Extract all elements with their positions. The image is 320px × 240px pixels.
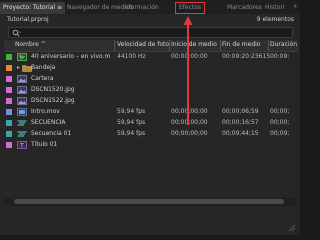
project-file-name: Tutorial.prproj — [7, 16, 49, 23]
tab-info[interactable]: Información — [120, 3, 162, 13]
video-icon — [17, 108, 27, 116]
tabs-overflow-button[interactable]: » — [293, 3, 297, 10]
item-name: Título 01 — [31, 141, 58, 148]
sort-ascending-icon: ^ — [40, 41, 46, 48]
item-name: Bandeja — [31, 64, 56, 71]
search-input[interactable] — [8, 27, 293, 38]
item-media-end: 00;00;06;59 — [222, 108, 259, 115]
label-color-swatch[interactable] — [6, 142, 12, 148]
title-icon: T — [17, 141, 27, 149]
label-color-swatch[interactable] — [6, 65, 12, 71]
project-panel: Tutorial.prproj 9 elementos Nombre ^ Vel… — [0, 14, 300, 235]
expand-bin-icon[interactable]: ▸ — [17, 64, 20, 71]
label-color-swatch[interactable] — [6, 76, 12, 82]
item-duration: 00;09; — [270, 130, 290, 137]
sequence-icon — [17, 131, 27, 137]
column-header-row: Nombre ^ Velocidad de foto Inicio de med… — [4, 40, 298, 52]
label-color-swatch[interactable] — [6, 98, 12, 104]
column-duration[interactable]: Duración — [270, 41, 298, 48]
item-media-start: 00;00;00;00 — [171, 130, 208, 137]
list-item[interactable]: Secuencia 01 59,94 fps 00;00;00;00 00;09… — [4, 129, 298, 140]
item-count: 9 elementos — [256, 16, 294, 23]
tab-effects[interactable]: Efectos — [175, 2, 206, 14]
list-item[interactable]: Cartera — [4, 74, 298, 85]
column-frame-rate[interactable]: Velocidad de foto — [117, 41, 169, 48]
list-item[interactable]: 40 aniversario – en vivo.m 44100 Hz 00:0… — [4, 52, 298, 63]
item-media-end: 00;00;16;57 — [222, 119, 259, 126]
horizontal-scrollbar[interactable] — [4, 198, 296, 206]
column-media-end[interactable]: Fin de medio — [222, 41, 268, 48]
tab-markers[interactable]: Marcadores — [224, 3, 265, 13]
column-media-start[interactable]: Inicio de medio — [171, 41, 220, 48]
tab-history[interactable]: Histori — [262, 3, 287, 13]
item-name: SECUENCIA — [31, 119, 66, 126]
item-duration: 00;00; — [270, 108, 290, 115]
sequence-icon — [17, 120, 27, 126]
list-item[interactable]: T Título 01 — [4, 140, 298, 151]
column-name[interactable]: Nombre ^ — [15, 41, 85, 48]
image-icon — [17, 86, 27, 94]
item-name: Cartera — [31, 75, 54, 82]
item-name: 40 aniversario – en vivo.m — [31, 53, 111, 60]
list-item[interactable]: ▸ Bandeja — [4, 63, 298, 74]
item-name: DSCN1522.jpg — [31, 97, 75, 104]
scrollbar-thumb[interactable] — [14, 199, 284, 204]
item-frame-rate: 44100 Hz — [117, 53, 146, 60]
item-frame-rate: 59,94 fps — [117, 108, 146, 115]
item-media-end: 00:09:20:23615 — [222, 53, 271, 60]
image-icon — [17, 97, 27, 105]
image-icon — [17, 75, 27, 83]
item-media-start: 00;00;00;00 — [171, 108, 208, 115]
item-name: Intro.mov — [31, 108, 60, 115]
item-duration: 00:09: — [270, 53, 290, 60]
panel-tab-bar: Proyecto: Tutorial ≡ Navegador de medios… — [0, 0, 300, 15]
tab-project[interactable]: Proyecto: Tutorial ≡ — [0, 2, 66, 14]
item-duration: 00;00; — [270, 119, 290, 126]
item-frame-rate: 59,94 fps — [117, 119, 146, 126]
resize-grip-icon[interactable] — [288, 224, 296, 232]
audio-icon — [17, 53, 27, 61]
item-media-start: 00;00;00;00 — [171, 119, 208, 126]
item-name: DSCN1520.jpg — [31, 86, 75, 93]
item-frame-rate: 59,94 fps — [117, 130, 146, 137]
label-color-swatch[interactable] — [6, 120, 12, 126]
search-icon — [12, 29, 21, 37]
label-color-swatch[interactable] — [6, 54, 12, 60]
item-media-end: 00;09;44;15 — [222, 130, 259, 137]
label-color-swatch[interactable] — [6, 131, 12, 137]
svg-text:T: T — [19, 142, 24, 149]
label-color-swatch[interactable] — [6, 109, 12, 115]
list-item[interactable]: Intro.mov 59,94 fps 00;00;00;00 00;00;06… — [4, 107, 298, 118]
item-media-start: 00:00:00:00 — [171, 53, 208, 60]
item-name: Secuencia 01 — [31, 130, 72, 137]
list-item[interactable]: SECUENCIA 59,94 fps 00;00;00;00 00;00;16… — [4, 118, 298, 129]
list-item[interactable]: DSCN1522.jpg — [4, 96, 298, 107]
list-item[interactable]: DSCN1520.jpg — [4, 85, 298, 96]
label-color-swatch[interactable] — [6, 87, 12, 93]
